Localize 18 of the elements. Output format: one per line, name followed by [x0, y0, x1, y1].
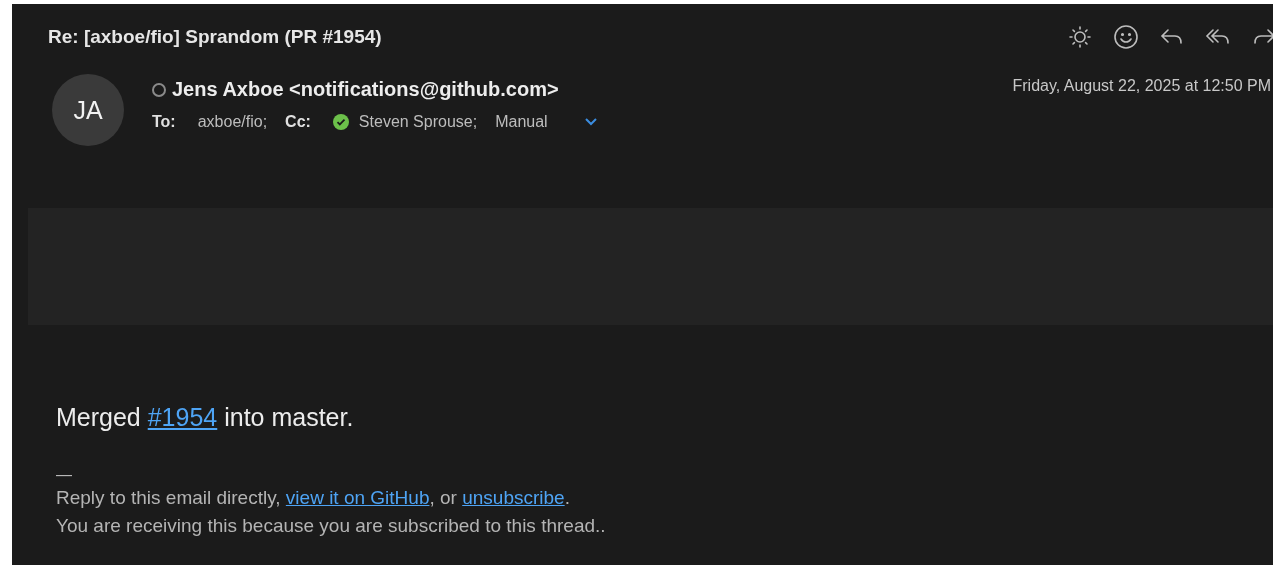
message-text: Merged #1954 into master. — [56, 403, 355, 432]
cc-label: Cc: — [285, 113, 311, 131]
link[interactable]: #1954 — [147, 403, 218, 431]
chevron-down-icon[interactable] — [583, 117, 598, 127]
link[interactable]: unsubscribe — [462, 487, 565, 508]
footer-text: Reply to this email directly, view it on GitHub, or unsubscribe. — [56, 486, 571, 510]
email-subject: Re: [axboe/fio] Sprandom (PR #1954) — [48, 26, 382, 48]
date: Friday, August 22, 2025 at 12:50 PM — [1012, 76, 1271, 95]
to-label: To: — [152, 113, 176, 131]
link[interactable]: view it on GitHub — [285, 487, 430, 508]
sender-name: Jens Axboe <notifications@github.com> — [172, 78, 559, 101]
recipient[interactable]: Steven Sprouse; — [358, 113, 478, 131]
smiley-icon[interactable] — [1111, 22, 1141, 52]
recipient[interactable]: Manual — [495, 113, 548, 131]
avatar: JA — [52, 74, 124, 146]
recipient[interactable]: axboe/fio; — [197, 113, 268, 131]
signature-separator: — — [56, 466, 73, 484]
footer-text: You are receiving this because you are subscribed to this thread.. — [56, 514, 607, 538]
